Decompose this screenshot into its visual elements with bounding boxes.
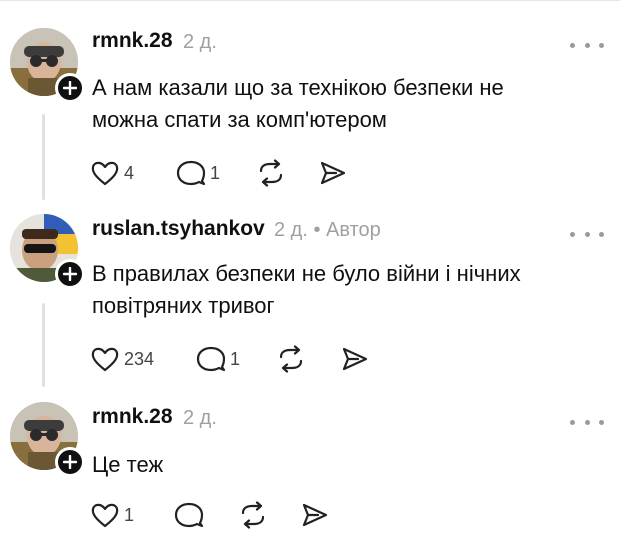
like-count: 4 [124,162,135,183]
post-text-line: В правилах безпеки не було війни і нічни… [92,261,521,286]
post-text: В правилах безпеки не було війни і нічни… [92,258,592,322]
post-meta: 2 д. [183,407,217,430]
post-text: А нам казали що за технікою безпеки не м… [92,72,592,136]
post-text-line: повітряних тривог [92,293,275,318]
post-text-line: А нам казали що за технікою безпеки не [92,75,504,100]
plus-icon [63,455,77,469]
like-button[interactable]: 1 [90,500,134,530]
timestamp: 2 д. [183,31,217,53]
more-dots-icon[interactable] [570,414,604,430]
reply-button[interactable]: 1 [176,158,220,188]
follow-button[interactable] [55,447,85,477]
timestamp: 2 д. [183,407,217,429]
send-icon [320,161,346,185]
send-icon [342,347,368,371]
plus-icon [63,267,77,281]
follow-button[interactable] [55,259,85,289]
username[interactable]: rmnk.28 [92,29,173,53]
repost-icon [241,501,265,529]
reply-count: 1 [210,162,221,183]
repost-button[interactable] [256,158,286,188]
reply-button[interactable] [174,500,208,530]
repost-button[interactable] [276,344,306,374]
author-badge: • Автор [313,219,381,241]
like-button[interactable]: 4 [90,158,134,188]
post-meta: 2 д. • Автор [274,219,381,242]
like-count: 234 [124,348,155,369]
post-meta: 2 д. [183,31,217,54]
comment-bubble-icon [174,502,204,528]
top-divider [0,0,620,1]
post-text: Це теж [92,449,592,481]
repost-icon [259,159,283,187]
share-button[interactable] [318,158,348,188]
post-text-line: можна спати за комп'ютером [92,107,387,132]
more-dots-icon[interactable] [570,37,604,53]
thread-line [42,303,45,387]
follow-button[interactable] [55,73,85,103]
share-button[interactable] [300,500,330,530]
like-button[interactable]: 234 [90,344,154,374]
comment-bubble-icon [196,346,226,372]
timestamp: 2 д. [274,219,308,241]
like-count: 1 [124,504,135,525]
reply-button[interactable]: 1 [196,344,240,374]
repost-icon [279,345,303,373]
heart-icon [91,347,119,372]
plus-icon [63,81,77,95]
more-dots-icon[interactable] [570,226,604,242]
post-text-line: Це теж [92,452,164,477]
thread-line [42,114,45,200]
reply-count: 1 [230,348,241,369]
heart-icon [91,503,119,528]
username[interactable]: rmnk.28 [92,405,173,429]
send-icon [302,503,328,527]
username[interactable]: ruslan.tsyhankov [92,217,265,241]
share-button[interactable] [340,344,370,374]
comment-bubble-icon [176,160,206,186]
repost-button[interactable] [238,500,268,530]
heart-icon [91,161,119,186]
